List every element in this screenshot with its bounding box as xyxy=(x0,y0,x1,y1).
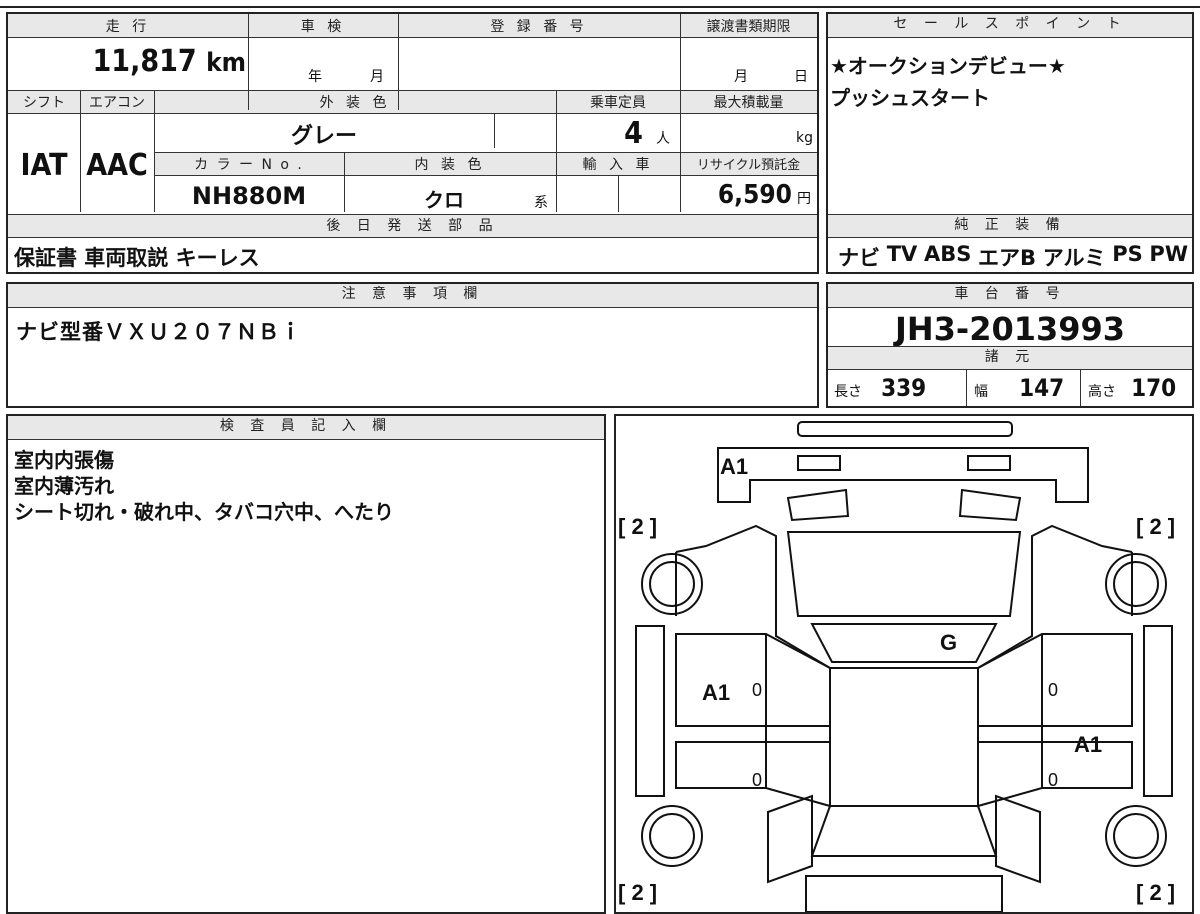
mark-corner-rear-left: [ 2 ] xyxy=(618,880,657,905)
inspector-line-1: 室内内張傷 xyxy=(14,448,114,472)
width-value: 147 xyxy=(1019,374,1065,402)
grid-line xyxy=(618,176,619,212)
height-label: 高さ xyxy=(1088,384,1116,400)
shift-label: シフト xyxy=(23,95,65,111)
interior-unit: 系 xyxy=(534,195,548,211)
top-edge-strip xyxy=(0,0,1200,8)
interior-label: 内 装 色 xyxy=(414,157,486,173)
grid-line xyxy=(154,90,155,212)
recycle-label: リサイクル預託金 xyxy=(696,158,801,173)
notes-box: 注 意 事 項 欄 ナビ型番ＶＸＵ２０７ＮＢｉ xyxy=(6,282,819,408)
mileage-number: 11,817 xyxy=(92,44,197,79)
car-diagram: A1 G A1 A1 [ 2 ] [ 2 ] [ 2 ] [ 2 ] 0 0 0… xyxy=(618,421,1175,912)
aircon-value: AAC xyxy=(86,148,148,183)
later-parts-header: 後 日 発 送 部 品 xyxy=(8,214,817,238)
exterior-label: 外 装 色 xyxy=(319,95,391,111)
zero-right-rear: 0 xyxy=(1048,770,1058,790)
sales-point-line-1: ★オークションデビュー★ xyxy=(830,54,1066,78)
grid-line xyxy=(494,114,495,148)
sales-point-box: セ ー ル ス ポ イ ン ト ★オークションデビュー★ プッシュスタート 純 … xyxy=(826,12,1194,274)
color-no-value: NH880M xyxy=(191,182,307,210)
grid-line xyxy=(344,152,345,212)
equipment-airbag: エアB xyxy=(978,246,1037,270)
zero-left-front: 0 xyxy=(752,680,762,700)
capacity-unit: 人 xyxy=(656,131,670,147)
recycle-number: 6,590 xyxy=(717,180,792,210)
mileage-unit: km xyxy=(206,48,246,78)
mark-left-door: A1 xyxy=(702,680,730,705)
transfer-deadline-label: 譲渡書類期限 xyxy=(706,19,791,35)
capacity-value: 4 人 xyxy=(556,116,680,151)
height-value: 170 xyxy=(1131,374,1177,402)
zero-right-front: 0 xyxy=(1048,680,1058,700)
equipment-abs: ABS xyxy=(923,242,972,266)
mark-front: A1 xyxy=(720,454,748,479)
equipment-pw: PW xyxy=(1149,242,1188,266)
length-value: 339 xyxy=(881,374,927,402)
sales-point-header: セ ー ル ス ポ イ ン ト xyxy=(828,14,1192,38)
grid-line xyxy=(966,370,967,406)
import-label: 輸 入 車 xyxy=(582,157,654,173)
width-field: 幅 147 xyxy=(974,374,1064,402)
inspector-box: 検 査 員 記 入 欄 室内内張傷 室内薄汚れ シート切れ・破れ中、タバコ穴中、… xyxy=(6,414,606,914)
spec-header: 諸 元 xyxy=(828,346,1192,370)
inspector-header: 検 査 員 記 入 欄 xyxy=(8,416,604,440)
height-field: 高さ 170 xyxy=(1088,374,1176,402)
equipment-ps: PS xyxy=(1112,242,1143,266)
grid-line xyxy=(80,90,81,212)
registration-label: 登 録 番 号 xyxy=(490,19,588,35)
chassis-number: JH3-2013993 xyxy=(894,310,1126,348)
mark-corner-front-right: [ 2 ] xyxy=(1136,514,1175,539)
color-no-label: カ ラ ー N o . xyxy=(194,157,304,173)
equipment-navi: ナビ xyxy=(838,246,880,270)
mark-corner-front-left: [ 2 ] xyxy=(618,514,657,539)
spec-box: 走 行 車 検 登 録 番 号 譲渡書類期限 11,817 km 年 月 月 日… xyxy=(6,12,819,274)
max-load-label: 最大積載量 xyxy=(713,95,784,111)
grid-line xyxy=(556,90,557,212)
equipment-list: ナビ TV ABS エアB アルミ PS PW xyxy=(838,242,1188,272)
notes-text: ナビ型番ＶＸＵ２０７ＮＢｉ xyxy=(16,320,302,344)
inspector-line-3: シート切れ・破れ中、タバコ穴中、へたり xyxy=(14,500,394,524)
transfer-month-unit: 月 xyxy=(734,69,748,85)
inspection-year-unit: 年 xyxy=(308,69,322,85)
equipment-header: 純 正 装 備 xyxy=(828,214,1192,238)
width-label: 幅 xyxy=(974,384,988,400)
car-diagram-box: A1 G A1 A1 [ 2 ] [ 2 ] [ 2 ] [ 2 ] 0 0 0… xyxy=(614,414,1194,914)
notes-header: 注 意 事 項 欄 xyxy=(8,284,817,308)
grid-line xyxy=(680,14,681,212)
capacity-number: 4 xyxy=(624,116,643,151)
chassis-box: 車 台 番 号 JH3-2013993 諸 元 長さ 339 幅 147 高さ … xyxy=(826,282,1194,408)
mileage-label: 走 行 xyxy=(105,19,151,35)
inspector-line-2: 室内薄汚れ xyxy=(14,474,114,498)
capacity-label: 乗車定員 xyxy=(590,95,646,111)
recycle-unit: 円 xyxy=(797,191,811,207)
grid-line xyxy=(1080,370,1081,406)
inspection-label: 車 検 xyxy=(300,19,346,35)
aircon-label: エアコン xyxy=(89,95,145,111)
recycle-value: 6,590 円 xyxy=(680,180,817,210)
later-parts-value: 保証書 車両取説 キーレス xyxy=(14,246,260,270)
mark-corner-rear-right: [ 2 ] xyxy=(1136,880,1175,905)
mark-right-door: A1 xyxy=(1074,732,1102,757)
chassis-header: 車 台 番 号 xyxy=(828,284,1192,308)
mileage-value: 11,817 km xyxy=(8,44,246,79)
sales-point-line-2: プッシュスタート xyxy=(830,86,990,110)
grid-line xyxy=(398,14,399,110)
transfer-day-unit: 日 xyxy=(794,69,808,85)
length-label: 長さ xyxy=(834,384,862,400)
length-field: 長さ 339 xyxy=(834,374,926,402)
max-load-unit: kg xyxy=(796,130,813,146)
grid-line xyxy=(248,14,249,110)
interior-value: クロ xyxy=(424,188,464,212)
zero-left-rear: 0 xyxy=(752,770,762,790)
exterior-color-value: グレー xyxy=(290,124,357,149)
inspection-month-unit: 月 xyxy=(370,69,384,85)
shift-value: IAT xyxy=(20,148,68,183)
equipment-tv: TV xyxy=(886,242,918,266)
equipment-alloy: アルミ xyxy=(1042,246,1106,270)
mark-roof: G xyxy=(940,630,957,655)
